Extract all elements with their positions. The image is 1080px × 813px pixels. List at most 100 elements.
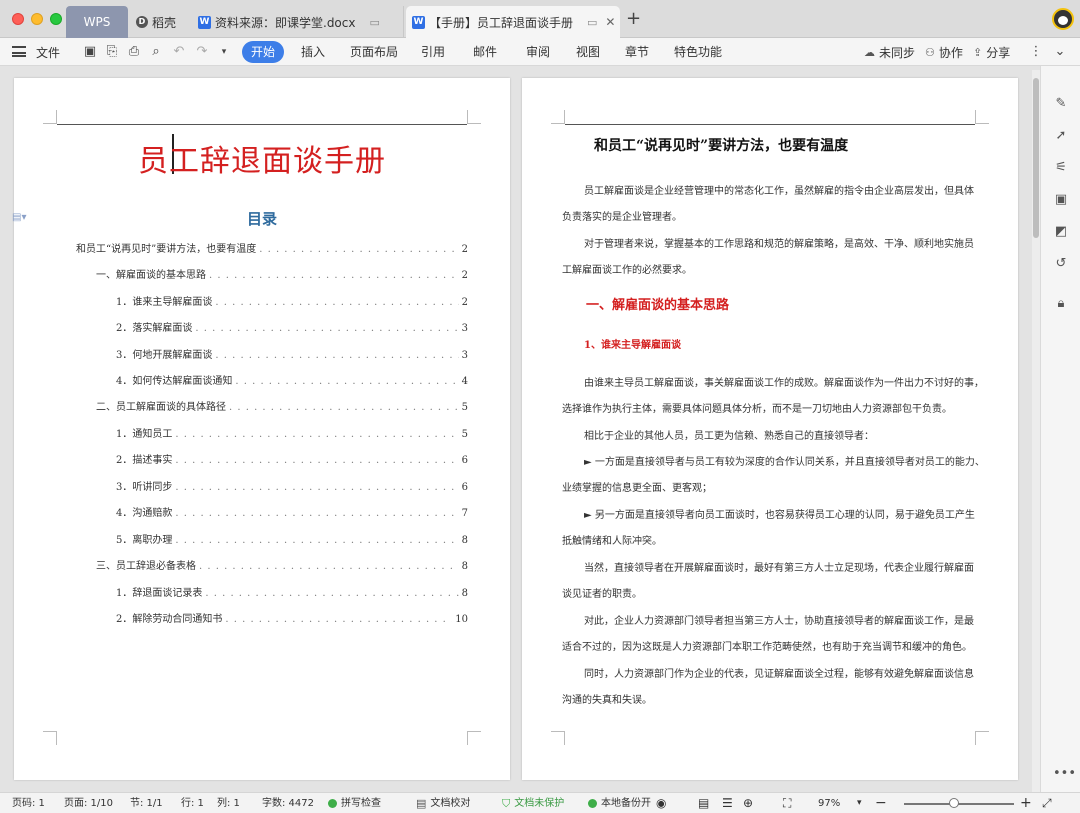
spell-check-button[interactable]: 拼写检查 — [328, 796, 381, 811]
collapse-ribbon-icon[interactable]: ⌄ — [1052, 44, 1068, 60]
doc-protection-button[interactable]: ⛉ 文档未保护 — [502, 796, 564, 811]
undo-icon[interactable]: ↶ — [171, 44, 187, 60]
file-menu[interactable]: 文件 — [36, 38, 60, 66]
article-title[interactable]: 和员工“说再见时”要讲方法，也要有温度 — [594, 135, 848, 155]
chevron-down-icon[interactable]: ▾ — [216, 44, 232, 60]
sliders-icon[interactable]: ⚟ — [1053, 160, 1069, 176]
zoom-in-button[interactable]: + — [1020, 796, 1032, 811]
document-title[interactable]: 员工辞退面谈手册 — [14, 136, 510, 180]
body-line[interactable]: 相比于企业的其他人员，员工更为信赖、熟悉自己的直接领导者： — [562, 427, 980, 443]
tab-wps-home[interactable]: WPS — [66, 6, 128, 38]
zoom-window-button[interactable] — [50, 13, 62, 25]
toc-entry[interactable]: 4．沟通赔款 7 — [116, 504, 468, 520]
body-line[interactable]: ► 另一方面是直接领导者向员工面谈时，也容易获得员工心理的认同，易于避免员工产生 — [562, 506, 980, 522]
translate-icon[interactable]: ◩ — [1053, 224, 1069, 240]
user-avatar[interactable] — [1052, 8, 1074, 30]
vertical-scrollbar[interactable] — [1032, 70, 1040, 792]
section-heading[interactable]: 一、解雇面谈的基本思路 — [586, 294, 729, 313]
toc-entry[interactable]: 2．落实解雇面谈 3 — [116, 319, 468, 335]
image-recognition-icon[interactable]: ▣ — [1053, 192, 1069, 208]
more-vertical-icon[interactable]: ⋮ — [1028, 44, 1044, 60]
body-line[interactable]: 沟通的失真和失误。 — [562, 691, 980, 707]
toc-entry[interactable]: 一、解雇面谈的基本思路 2 — [96, 266, 468, 282]
cursor-select-icon[interactable]: ➚ — [1053, 128, 1069, 144]
body-line[interactable]: 同时，人力资源部门作为企业的代表，见证解雇面谈全过程，能够有效避免解雇面谈信息 — [562, 665, 980, 681]
toc-entry[interactable]: 3．听讲同步 6 — [116, 478, 468, 494]
fit-page-icon[interactable]: ⛶ — [783, 796, 791, 811]
toc-entry[interactable]: 4．如何传达解雇面谈通知 4 — [116, 372, 468, 388]
print-preview-icon[interactable]: ⌕ — [148, 44, 164, 60]
body-line[interactable]: 谈见证者的职责。 — [562, 585, 980, 601]
zoom-dropdown-icon[interactable]: ▾ — [857, 796, 862, 811]
zoom-level[interactable]: 97% — [818, 796, 840, 811]
tab-home[interactable]: 开始 — [242, 41, 284, 63]
page-view-icon[interactable]: ▤ — [698, 796, 709, 811]
toc-entry[interactable]: 1．辞退面谈记录表 8 — [116, 584, 468, 600]
body-line[interactable]: 由谁来主导员工解雇面谈，事关解雇面谈工作的成败。解雇面谈作为一件出力不讨好的事， — [562, 374, 980, 390]
body-line[interactable]: 抵触情绪和人际冲突。 — [562, 532, 980, 548]
close-tab-icon[interactable]: ✕ — [605, 15, 615, 29]
tab-special-features[interactable]: 特色功能 — [670, 41, 726, 63]
menu-icon[interactable] — [12, 46, 26, 57]
toc-entry[interactable]: 二、员工解雇面谈的具体路径 5 — [96, 398, 468, 414]
tab-mailings[interactable]: 邮件 — [468, 41, 502, 63]
status-word-count[interactable]: 字数: 4472 — [262, 796, 314, 811]
body-line[interactable]: ► 一方面是直接领导者与员工有较为深度的合作认同关系，并且直接领导者对员工的能力… — [562, 453, 980, 469]
eye-protection-icon[interactable]: ◉ — [656, 796, 666, 811]
toc-entry[interactable]: 5．离职办理 8 — [116, 531, 468, 547]
tab-references[interactable]: 引用 — [416, 41, 450, 63]
tab-view[interactable]: 视图 — [571, 41, 605, 63]
status-section[interactable]: 节: 1/1 — [130, 796, 163, 811]
toc-entry[interactable]: 1．谁来主导解雇面谈 2 — [116, 293, 468, 309]
outline-view-icon[interactable]: ☰ — [722, 796, 733, 811]
tab-document-handbook[interactable]: W 【手册】员工辞退面谈手册 ▭ ✕ — [406, 6, 620, 38]
lock-icon[interactable]: 🔒︎ — [1053, 296, 1069, 312]
document-page-1[interactable]: 员工辞退面谈手册 目录 和员工“说再见时”要讲方法，也要有温度 2 一、解雇面谈的… — [14, 78, 510, 780]
toc-entry[interactable]: 1．通知员工 5 — [116, 425, 468, 441]
zoom-out-button[interactable]: − — [875, 796, 887, 811]
pen-icon[interactable]: ✎ — [1053, 96, 1069, 112]
body-line[interactable]: 适合不过的，因为这既是人力资源部门本职工作范畴使然，也有助于充当调节和缓冲的角色… — [562, 638, 980, 654]
document-outline-icon[interactable]: ▤▾ — [12, 212, 26, 223]
tab-page-layout[interactable]: 页面布局 — [346, 41, 402, 63]
redo-icon[interactable]: ↷ — [194, 44, 210, 60]
document-page-2[interactable]: 和员工“说再见时”要讲方法，也要有温度 员工解雇面谈是企业经营管理中的常态化工作… — [522, 78, 1018, 780]
print-icon[interactable]: ⎙ — [126, 44, 142, 60]
tab-insert[interactable]: 插入 — [296, 41, 330, 63]
scrollbar-thumb[interactable] — [1033, 78, 1039, 238]
collaborate-button[interactable]: ⚇ 协作 — [925, 38, 963, 66]
body-line[interactable]: 工解雇面谈工作的必然要求。 — [562, 261, 980, 277]
body-line[interactable]: 负责落实的是企业管理者。 — [562, 208, 980, 224]
tab-review[interactable]: 审阅 — [521, 41, 555, 63]
body-line[interactable]: 员工解雇面谈是企业经营管理中的常态化工作，虽然解雇的指令由企业高层发出，但具体 — [562, 182, 980, 198]
body-line[interactable]: 对于管理者来说，掌握基本的工作思路和规范的解雇策略，是高效、干净、顺利地实施员 — [562, 235, 980, 251]
local-backup-button[interactable]: 本地备份开 — [588, 796, 651, 811]
status-page-count[interactable]: 页面: 1/10 — [64, 796, 113, 811]
tab-document-source[interactable]: W 资料来源：即课学堂.docx ▭ — [192, 6, 404, 38]
export-pdf-icon[interactable]: ⎘ — [104, 44, 120, 60]
toc-heading[interactable]: 目录 — [14, 208, 510, 229]
status-page-number[interactable]: 页码: 1 — [12, 796, 45, 811]
sync-status-button[interactable]: ☁ 未同步 — [864, 38, 915, 66]
tab-daoke[interactable]: D 稻壳 — [130, 6, 190, 38]
toc-entry[interactable]: 三、员工辞退必备表格 8 — [96, 557, 468, 573]
zoom-slider-track[interactable] — [904, 803, 1014, 805]
share-button[interactable]: ⇪ 分享 — [973, 38, 1010, 66]
more-horizontal-icon[interactable]: ••• — [1053, 766, 1076, 782]
toc-entry[interactable]: 2．解除劳动合同通知书 10 — [116, 610, 468, 626]
minimize-window-button[interactable] — [31, 13, 43, 25]
doc-proofread-button[interactable]: ▤ 文档校对 — [416, 796, 470, 811]
body-line[interactable]: 业绩掌握的信息更全面、更客观； — [562, 479, 980, 495]
new-tab-button[interactable]: + — [626, 10, 641, 28]
fullscreen-icon[interactable]: ⤢ — [1042, 796, 1052, 811]
toc-entry[interactable]: 和员工“说再见时”要讲方法，也要有温度 2 — [76, 240, 468, 256]
toc-entry[interactable]: 2．描述事实 6 — [116, 451, 468, 467]
body-line[interactable]: 选择谁作为执行主体，需要具体问题具体分析，而不是一刀切地由人力资源部包干负责。 — [562, 400, 980, 416]
subsection-heading[interactable]: 1、谁来主导解雇面谈 — [584, 336, 681, 351]
toc-entry[interactable]: 3．何地开展解雇面谈 3 — [116, 346, 468, 362]
body-line[interactable]: 当然，直接领导者在开展解雇面谈时，最好有第三方人士立足现场，代表企业履行解雇面 — [562, 559, 980, 575]
tab-chapter[interactable]: 章节 — [620, 41, 654, 63]
save-icon[interactable]: ▣ — [82, 44, 98, 60]
close-window-button[interactable] — [12, 13, 24, 25]
history-icon[interactable]: ↺ — [1053, 256, 1069, 272]
